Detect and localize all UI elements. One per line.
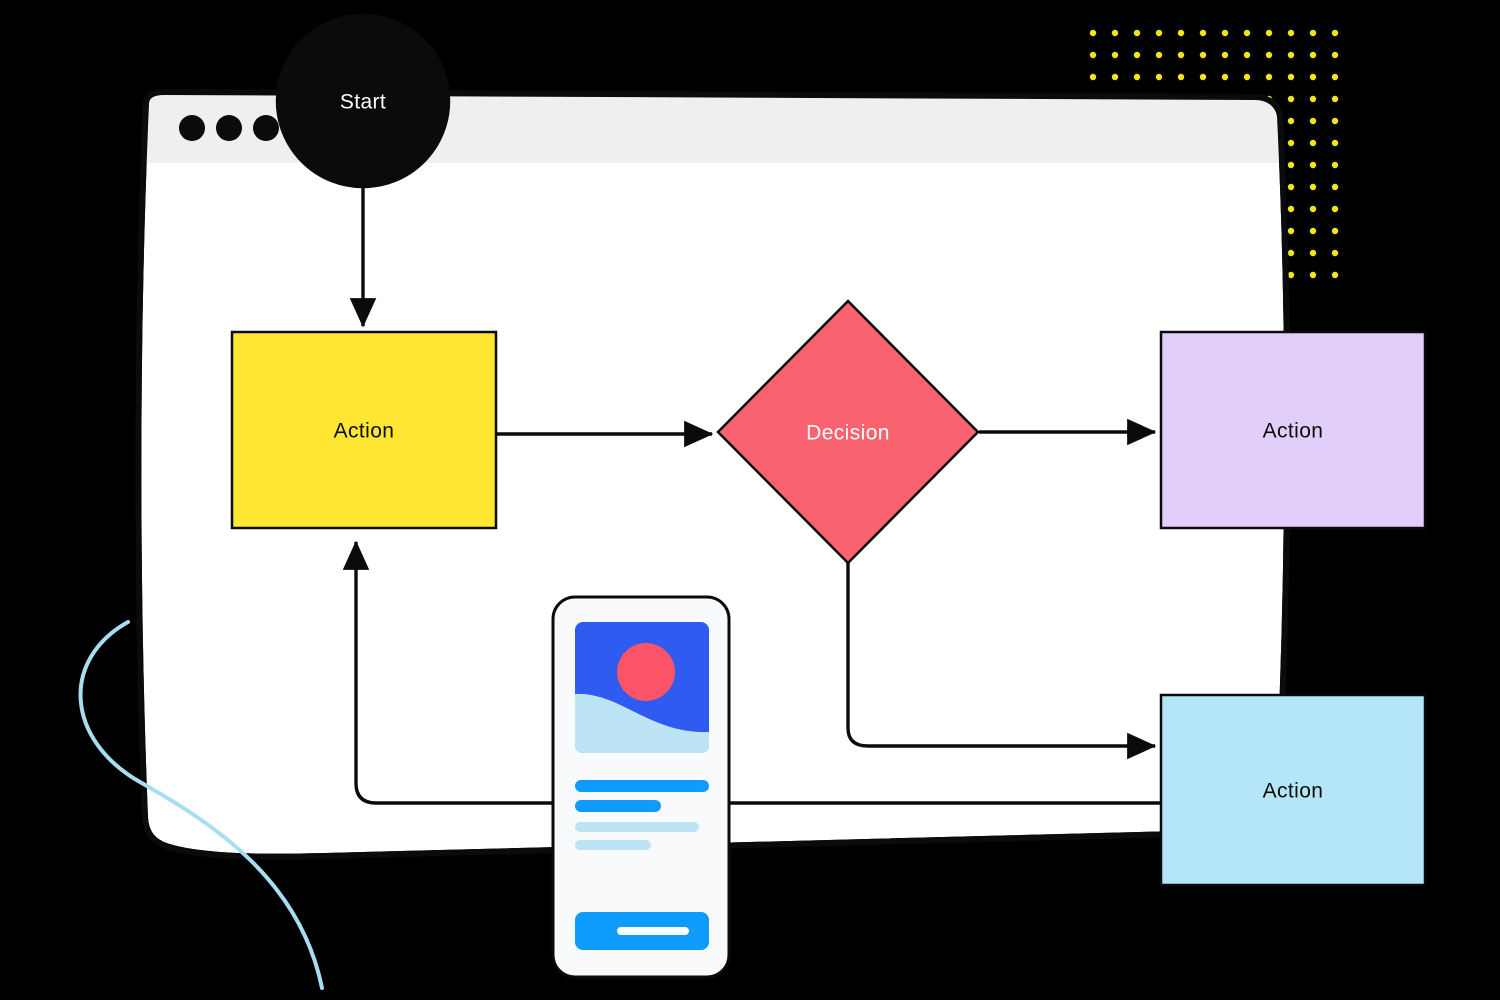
illustration-canvas: Start Action Decision Action Action <box>0 0 1500 1000</box>
swoosh-layer <box>78 620 324 990</box>
cyan-swoosh-curve <box>78 620 324 990</box>
